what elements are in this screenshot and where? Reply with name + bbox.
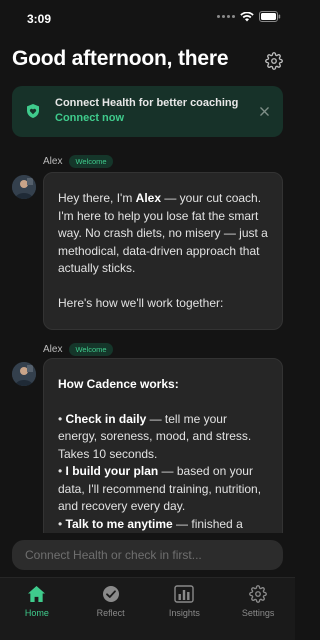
cellular-signal-icon	[217, 15, 235, 18]
tab-settings[interactable]: Settings	[221, 578, 295, 640]
tab-label: Insights	[168, 608, 200, 618]
wifi-icon	[240, 11, 254, 21]
avatar	[12, 362, 36, 386]
coach-avatar-icon	[12, 175, 36, 199]
banner-close-button[interactable]	[257, 104, 271, 118]
header: Good afternoon, there	[12, 46, 287, 76]
tab-label: Settings	[241, 608, 275, 618]
coach-avatar-icon	[12, 362, 36, 386]
tab-label: Home	[24, 608, 49, 618]
health-shield-icon	[27, 104, 39, 118]
message-text: Here's how we'll work together:	[58, 295, 224, 310]
status-icons	[217, 11, 281, 22]
tab-insights[interactable]: Insights	[148, 578, 222, 640]
gear-icon	[265, 52, 283, 70]
tab-reflect[interactable]: Reflect	[74, 578, 148, 640]
tab-home[interactable]: Home	[0, 578, 74, 640]
close-icon	[259, 106, 269, 116]
connect-health-banner[interactable]: Connect Health for better coaching Conne…	[12, 86, 283, 137]
message-bubble: How Cadence works: • Check in daily — te…	[43, 358, 283, 558]
input-area	[0, 533, 295, 577]
page-title: Good afternoon, there	[12, 47, 229, 70]
connect-now-link[interactable]: Connect now	[55, 112, 124, 124]
tab-bar: Home Reflect Insights Settings	[0, 577, 295, 640]
gear-icon	[249, 585, 267, 603]
message-bubble: Hey there, I'm Alex — your cut coach. I'…	[43, 172, 283, 330]
status-time: 3:09	[27, 12, 52, 26]
checkmark-circle-icon	[102, 586, 119, 602]
home-icon	[28, 585, 46, 603]
message-heading: How Cadence works:	[58, 377, 179, 391]
tab-label: Reflect	[96, 608, 125, 618]
welcome-badge: Welcome	[69, 343, 113, 356]
settings-button[interactable]	[263, 50, 285, 72]
avatar	[12, 175, 36, 199]
sender-name: Alex	[43, 344, 63, 355]
status-bar: 3:09	[0, 0, 295, 38]
battery-icon	[259, 11, 281, 22]
welcome-badge: Welcome	[69, 155, 113, 168]
bar-chart-icon	[174, 585, 195, 603]
banner-title: Connect Health for better coaching	[55, 97, 239, 109]
coach-name: Alex	[135, 191, 162, 205]
sender-name: Alex	[43, 156, 63, 167]
chat-input[interactable]	[12, 540, 283, 570]
